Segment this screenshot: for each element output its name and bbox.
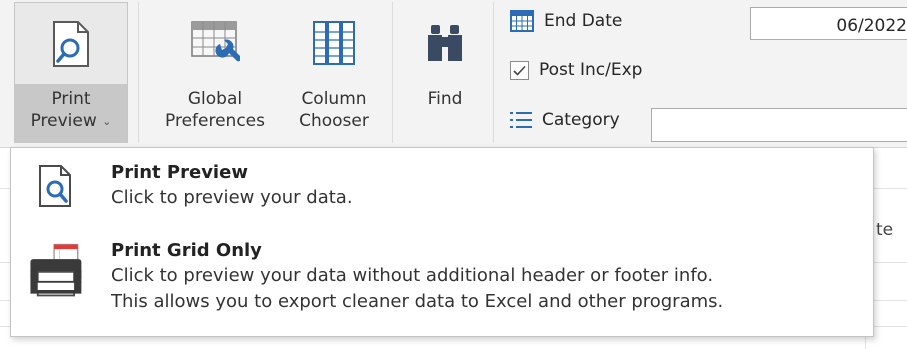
post-inc-exp-row[interactable]: Post Inc/Exp: [510, 60, 642, 80]
global-preferences-label: Global Preferences: [165, 84, 265, 132]
columns-icon: [313, 21, 355, 65]
column-header-fragment[interactable]: te: [876, 220, 893, 240]
filter-group: End Date Post Inc/Exp Category: [500, 0, 907, 147]
category-input[interactable]: [651, 108, 907, 142]
printer-icon: [30, 243, 82, 297]
category-row: Category: [510, 110, 620, 130]
list-icon: [510, 112, 532, 128]
ribbon-separator: [392, 2, 393, 143]
chevron-down-icon[interactable]: ⌄: [102, 111, 111, 133]
checkmark-icon: [513, 65, 526, 76]
print-preview-label[interactable]: Print Preview ⌄: [15, 84, 127, 142]
menu-item-print-grid-only-text: Print Grid Only Click to preview your da…: [111, 239, 723, 315]
menu-item-print-grid-only-icon-area: [25, 240, 85, 300]
menu-item-description: Click to preview your data.: [111, 187, 353, 208]
global-preferences-label-line2: Preferences: [165, 111, 265, 131]
find-label: Find: [428, 84, 463, 110]
print-preview-label-line2-text: Preview: [30, 111, 97, 132]
end-date-row: End Date: [510, 10, 622, 32]
end-date-input[interactable]: [750, 7, 907, 40]
category-label: Category: [542, 110, 620, 130]
print-preview-label-line1: Print: [51, 89, 91, 110]
post-inc-exp-checkbox[interactable]: [510, 60, 529, 80]
find-icon-area: [425, 2, 465, 84]
print-preview-dropdown-menu: Print Preview Click to preview your data…: [10, 147, 874, 337]
post-inc-exp-label: Post Inc/Exp: [539, 60, 643, 80]
menu-item-print-preview-icon-area: [25, 164, 85, 224]
menu-item-description: This allows you to export cleaner data t…: [111, 291, 724, 312]
print-preview-icon: [39, 165, 71, 207]
print-preview-button[interactable]: Print Preview ⌄: [14, 2, 128, 143]
menu-item-print-preview-text: Print Preview Click to preview your data…: [111, 161, 353, 211]
print-preview-icon-area: [15, 3, 127, 84]
menu-item-title: Print Preview: [111, 162, 248, 183]
table-wrench-icon: [191, 21, 240, 62]
print-preview-icon: [53, 20, 89, 67]
find-button[interactable]: Find: [404, 2, 486, 144]
end-date-label: End Date: [544, 11, 623, 31]
ribbon-separator: [138, 2, 139, 143]
menu-item-print-grid-only[interactable]: Print Grid Only Click to preview your da…: [11, 236, 873, 332]
menu-item-print-preview[interactable]: Print Preview Click to preview your data…: [11, 158, 873, 226]
calendar-icon: [510, 10, 534, 32]
column-chooser-label-line1: Column: [301, 89, 367, 109]
find-label-text: Find: [427, 89, 463, 109]
global-preferences-button[interactable]: Global Preferences: [150, 2, 280, 144]
ribbon: Print Preview ⌄ Global Preferences Colum…: [0, 0, 907, 147]
print-preview-label-line2: Preview ⌄: [15, 110, 127, 134]
column-chooser-label-line2: Chooser: [299, 111, 369, 131]
binoculars-icon: [428, 25, 462, 61]
column-chooser-button[interactable]: Column Chooser: [285, 2, 383, 144]
global-preferences-icon-area: [190, 2, 240, 84]
ribbon-separator: [493, 2, 494, 143]
menu-item-title: Print Grid Only: [111, 240, 262, 261]
column-chooser-icon-area: [312, 2, 356, 84]
column-chooser-label: Column Chooser: [299, 84, 369, 132]
global-preferences-label-line1: Global: [187, 89, 243, 109]
menu-item-description: Click to preview your data without addit…: [111, 265, 714, 286]
